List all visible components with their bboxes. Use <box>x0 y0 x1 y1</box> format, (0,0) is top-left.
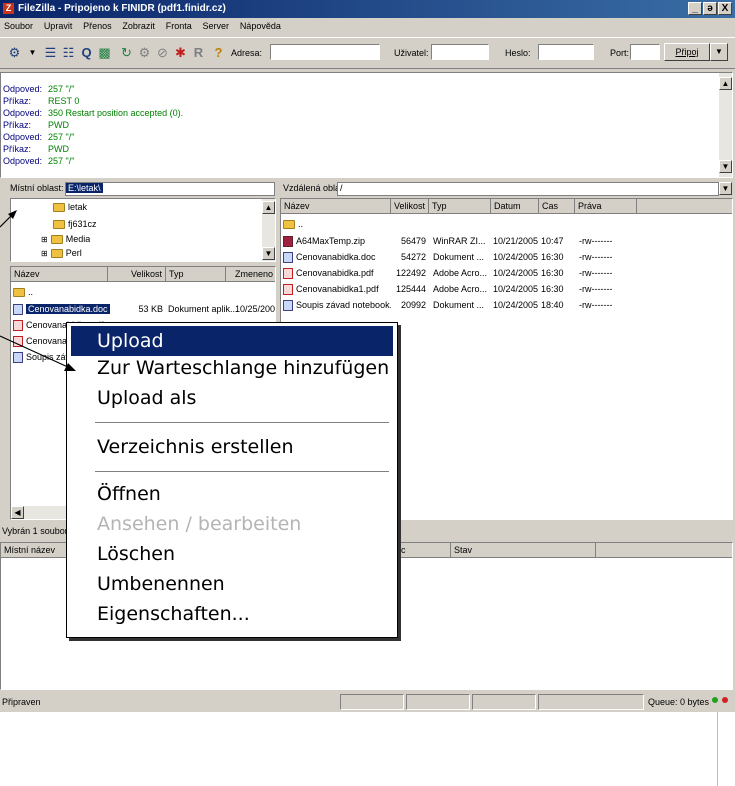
arrow-head-icon <box>64 363 76 371</box>
callout-arrow-context-menu <box>0 335 71 369</box>
callout-arrows <box>0 210 76 371</box>
